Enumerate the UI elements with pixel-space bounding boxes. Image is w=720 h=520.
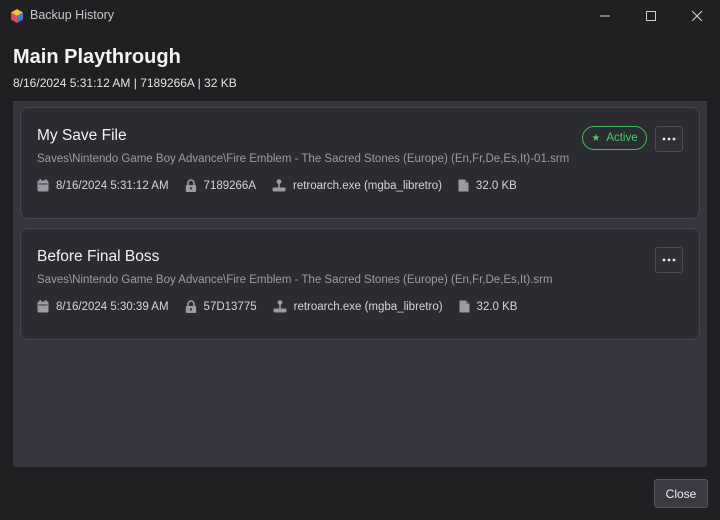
minimize-icon [600, 15, 610, 17]
meta-emulator-text: retroarch.exe (mgba_libretro) [293, 300, 443, 313]
close-window-button[interactable] [674, 0, 720, 32]
maximize-icon [646, 11, 656, 21]
page-title: Main Playthrough [13, 46, 181, 68]
window-title: Backup History [30, 8, 115, 22]
meta-date-text: 8/16/2024 5:31:12 AM [56, 179, 169, 192]
maximize-button[interactable] [628, 0, 674, 32]
more-options-button[interactable] [655, 126, 683, 152]
joystick-icon [272, 179, 286, 192]
backup-meta: 8/16/2024 5:31:12 AM 7189266A retroarch.… [37, 179, 533, 192]
meta-hash: 57D13775 [185, 300, 257, 313]
active-badge-label: Active [606, 132, 638, 144]
minimize-button[interactable] [582, 0, 628, 32]
backup-path: Saves\Nintendo Game Boy Advance\Fire Emb… [37, 153, 570, 165]
page-subtitle: 8/16/2024 5:31:12 AM | 7189266A | 32 KB [13, 76, 237, 90]
lock-icon [185, 179, 196, 192]
backup-card[interactable]: My Save File ★ Active Saves\Nintendo Gam… [20, 107, 700, 219]
backup-name: Before Final Boss [37, 248, 160, 265]
backup-list: My Save File ★ Active Saves\Nintendo Gam… [13, 101, 707, 467]
more-horizontal-icon [662, 258, 676, 262]
file-icon [458, 179, 469, 192]
backup-meta: 8/16/2024 5:30:39 AM 57D13775 retroarch.… [37, 300, 533, 313]
meta-emulator: retroarch.exe (mgba_libretro) [273, 300, 443, 313]
calendar-icon [37, 179, 49, 192]
meta-date-text: 8/16/2024 5:30:39 AM [56, 300, 169, 313]
more-options-button[interactable] [655, 247, 683, 273]
meta-hash: 7189266A [185, 179, 256, 192]
calendar-icon [37, 300, 49, 313]
more-horizontal-icon [662, 137, 676, 141]
meta-emulator-text: retroarch.exe (mgba_libretro) [293, 179, 442, 192]
meta-emulator: retroarch.exe (mgba_libretro) [272, 179, 442, 192]
backup-path: Saves\Nintendo Game Boy Advance\Fire Emb… [37, 274, 553, 286]
backup-card[interactable]: Before Final Boss Saves\Nintendo Game Bo… [20, 228, 700, 340]
meta-date: 8/16/2024 5:31:12 AM [37, 179, 169, 192]
file-icon [459, 300, 470, 313]
joystick-icon [273, 300, 287, 313]
meta-hash-text: 7189266A [203, 179, 256, 192]
meta-size: 32.0 KB [459, 300, 518, 313]
lock-icon [185, 300, 196, 313]
meta-hash-text: 57D13775 [203, 300, 257, 313]
star-icon: ★ [591, 132, 601, 144]
meta-size-text: 32.0 KB [475, 179, 517, 192]
close-button[interactable]: Close [654, 479, 708, 508]
title-bar: Backup History [0, 0, 720, 32]
backup-name: My Save File [37, 127, 127, 144]
close-icon [692, 11, 702, 21]
meta-date: 8/16/2024 5:30:39 AM [37, 300, 169, 313]
meta-size: 32.0 KB [458, 179, 517, 192]
app-icon [11, 9, 23, 23]
meta-size-text: 32.0 KB [476, 300, 518, 313]
active-badge: ★ Active [582, 126, 647, 150]
